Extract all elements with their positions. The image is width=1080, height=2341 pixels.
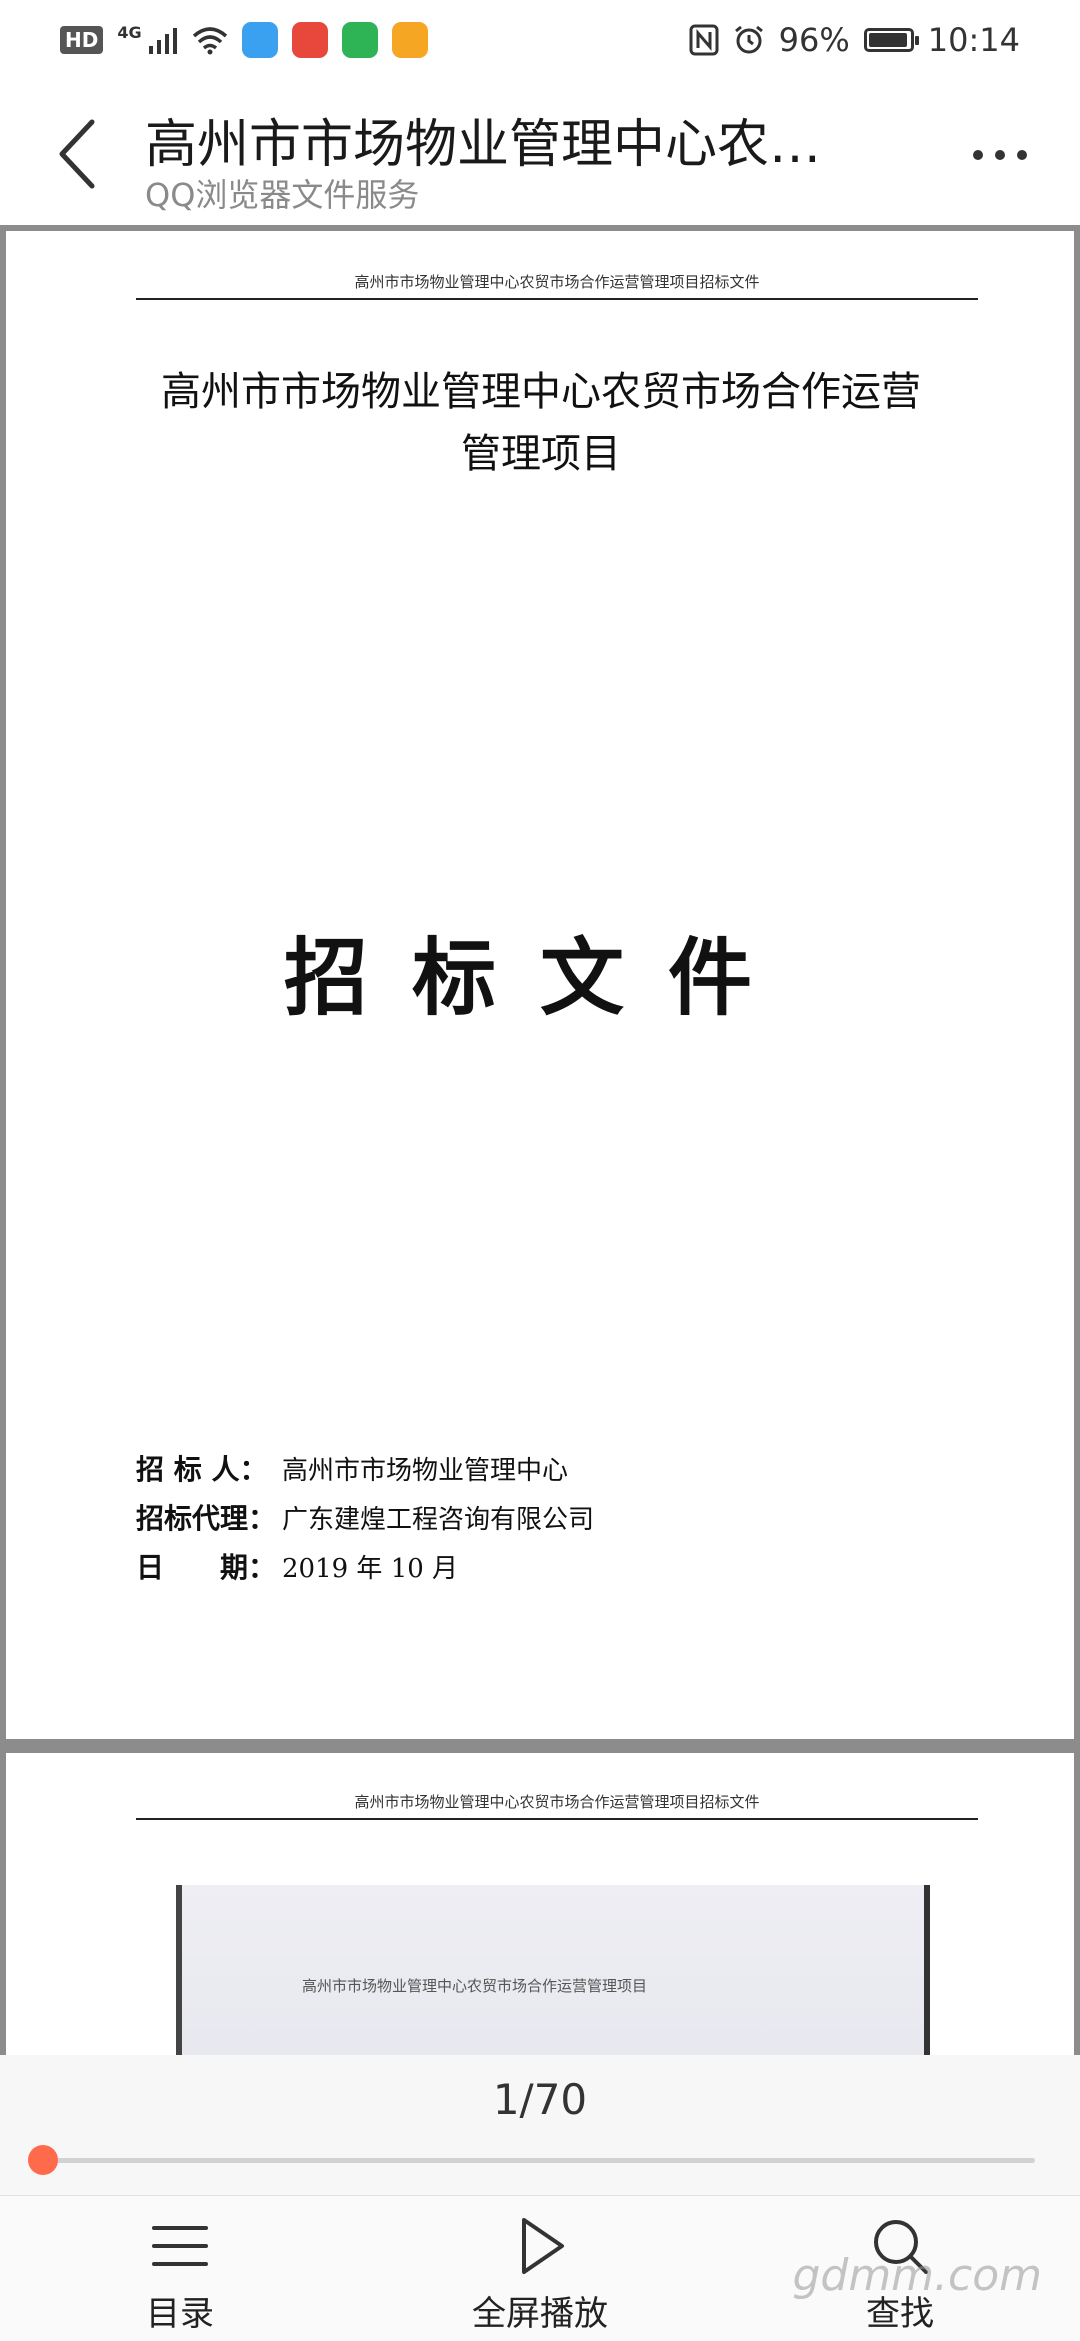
fullscreen-play-label: 全屏播放 (472, 2294, 608, 2334)
more-dots-icon (973, 150, 983, 160)
wifi-icon (192, 27, 227, 55)
document-meta: 招 标 人： 高州市市场物业管理中心 招标代理： 广东建煌工程咨询有限公司 日 期：… (136, 1446, 594, 1593)
document-heading-line: 高州市市场物业管理中心农贸市场合作运营 (161, 369, 921, 415)
battery-icon (863, 28, 919, 52)
fullscreen-play-button[interactable]: 全屏播放 (430, 2214, 650, 2335)
watermark: gdmm.com (792, 2250, 1042, 2301)
more-dots-icon (1017, 150, 1027, 160)
meta-value: 高州市市场物业管理中心 (282, 1456, 569, 1486)
tender-document-title: 招标文件 (283, 929, 796, 1027)
contents-label: 目录 (146, 2294, 214, 2334)
page-slider-thumb[interactable] (28, 2145, 58, 2175)
document-source: QQ浏览器文件服务 (145, 176, 420, 214)
more-options-button[interactable] (960, 130, 1040, 180)
meta-value: 2019 年 10 月 (282, 1554, 459, 1584)
app-header: 高州市市场物业管理中心农… QQ浏览器文件服务 (0, 80, 1080, 225)
status-bar-right: 96% 10:14 (689, 21, 1020, 59)
document-page-1: 高州市市场物业管理中心农贸市场合作运营管理项目招标文件 高州市市场物业管理中心农… (6, 231, 1074, 1739)
chevron-left-icon (59, 119, 95, 189)
running-header: 高州市市场物业管理中心农贸市场合作运营管理项目招标文件 (136, 271, 978, 300)
meta-row: 招标代理： 广东建煌工程咨询有限公司 (136, 1495, 594, 1544)
nfc-icon (689, 24, 719, 56)
meta-row: 招 标 人： 高州市市场物业管理中心 (136, 1446, 594, 1495)
meta-value: 广东建煌工程咨询有限公司 (282, 1505, 595, 1535)
document-page-2: 高州市市场物业管理中心农贸市场合作运营管理项目招标文件 高州市市场物业管理中心农… (6, 1753, 1074, 2055)
document-title: 高州市市场物业管理中心农… (145, 115, 822, 175)
page-counter: 1/70 (492, 2075, 588, 2124)
status-bar: HD 4G 96% 10:14 (0, 0, 1080, 80)
document-heading-line: 管理项目 (461, 431, 621, 477)
app-notification-icon (391, 22, 428, 58)
signal-icon (148, 28, 177, 54)
contents-button[interactable]: 目录 (70, 2214, 290, 2335)
meta-label: 日 期： (136, 1551, 277, 1584)
scanned-page-text: 高州市市场物业管理中心农贸市场合作运营管理项目 (302, 1977, 648, 1995)
more-dots-icon (995, 150, 1005, 160)
list-icon (152, 2226, 208, 2266)
play-icon (522, 2218, 564, 2274)
app-notification-icon (341, 22, 378, 58)
document-heading: 高州市市场物业管理中心农贸市场合作运营 管理项目 (126, 361, 956, 485)
battery-percent: 96% (778, 21, 850, 59)
clock: 10:14 (927, 21, 1020, 59)
scanned-page-image: 高州市市场物业管理中心农贸市场合作运营管理项目 (176, 1885, 930, 2055)
alarm-icon (734, 25, 763, 54)
back-button[interactable] (50, 110, 110, 200)
network-type: 4G (117, 22, 142, 42)
meta-label: 招 标 人： (136, 1453, 268, 1486)
page-indicator-panel: 1/70 (0, 2055, 1080, 2195)
meta-row: 日 期： 2019 年 10 月 (136, 1544, 594, 1593)
hd-badge: HD (60, 26, 104, 54)
meta-label: 招标代理： (136, 1502, 277, 1535)
page-slider-track[interactable] (45, 2158, 1035, 2163)
app-notification-icon (291, 22, 328, 58)
document-viewer[interactable]: 高州市市场物业管理中心农贸市场合作运营管理项目招标文件 高州市市场物业管理中心农… (0, 225, 1080, 2055)
running-header: 高州市市场物业管理中心农贸市场合作运营管理项目招标文件 (136, 1791, 978, 1820)
status-bar-left: HD 4G (60, 22, 428, 58)
app-notification-icon (241, 22, 278, 58)
